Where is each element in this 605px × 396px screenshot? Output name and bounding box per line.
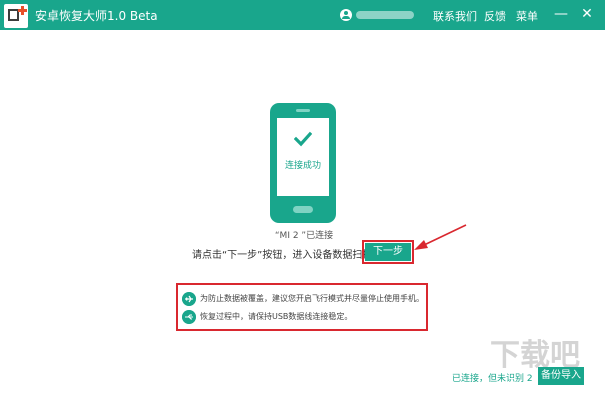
check-icon	[294, 131, 312, 147]
minimize-button[interactable]: —	[552, 5, 570, 23]
user-icon[interactable]	[340, 9, 352, 21]
instruction-text: 请点击“下一步”按钮，进入设备数据扫描	[192, 250, 373, 261]
usb-icon	[182, 310, 196, 324]
tip-text: 为防止数据被覆盖，建议您开启飞行模式并尽量停止使用手机。	[200, 294, 424, 303]
feedback-link[interactable]: 反馈	[484, 8, 506, 24]
red-arrow-icon	[414, 224, 467, 250]
menu-link[interactable]: 菜单	[516, 8, 538, 24]
tips-box: 为防止数据被覆盖，建议您开启飞行模式并尽量停止使用手机。 恢复过程中，请保持US…	[176, 283, 428, 331]
tip-text: 恢复过程中，请保持USB数据线连接稳定。	[200, 312, 353, 321]
title-bar: 安卓恢复大师1.0 Beta 联系我们 反馈 菜单 — ✕	[0, 0, 605, 30]
close-button[interactable]: ✕	[578, 5, 596, 23]
contact-us-link[interactable]: 联系我们	[433, 8, 477, 24]
backup-import-button[interactable]: 备份导入	[538, 367, 584, 385]
username-redacted	[356, 11, 414, 19]
app-logo-icon	[4, 4, 28, 28]
connection-success-text: 连接成功	[284, 161, 321, 171]
phone-screen: 连接成功	[277, 118, 329, 196]
airplane-icon	[182, 292, 196, 306]
phone-illustration: 连接成功	[270, 103, 336, 223]
device-connected-status: “MI 2 ”已连接	[274, 231, 334, 241]
phone-speaker	[296, 109, 310, 112]
connection-status-link[interactable]: 已连接，但未识别 2	[452, 371, 533, 384]
next-step-button[interactable]: 下一步	[365, 243, 411, 261]
app-title: 安卓恢复大师1.0 Beta	[35, 9, 158, 23]
phone-home-button	[293, 206, 313, 213]
